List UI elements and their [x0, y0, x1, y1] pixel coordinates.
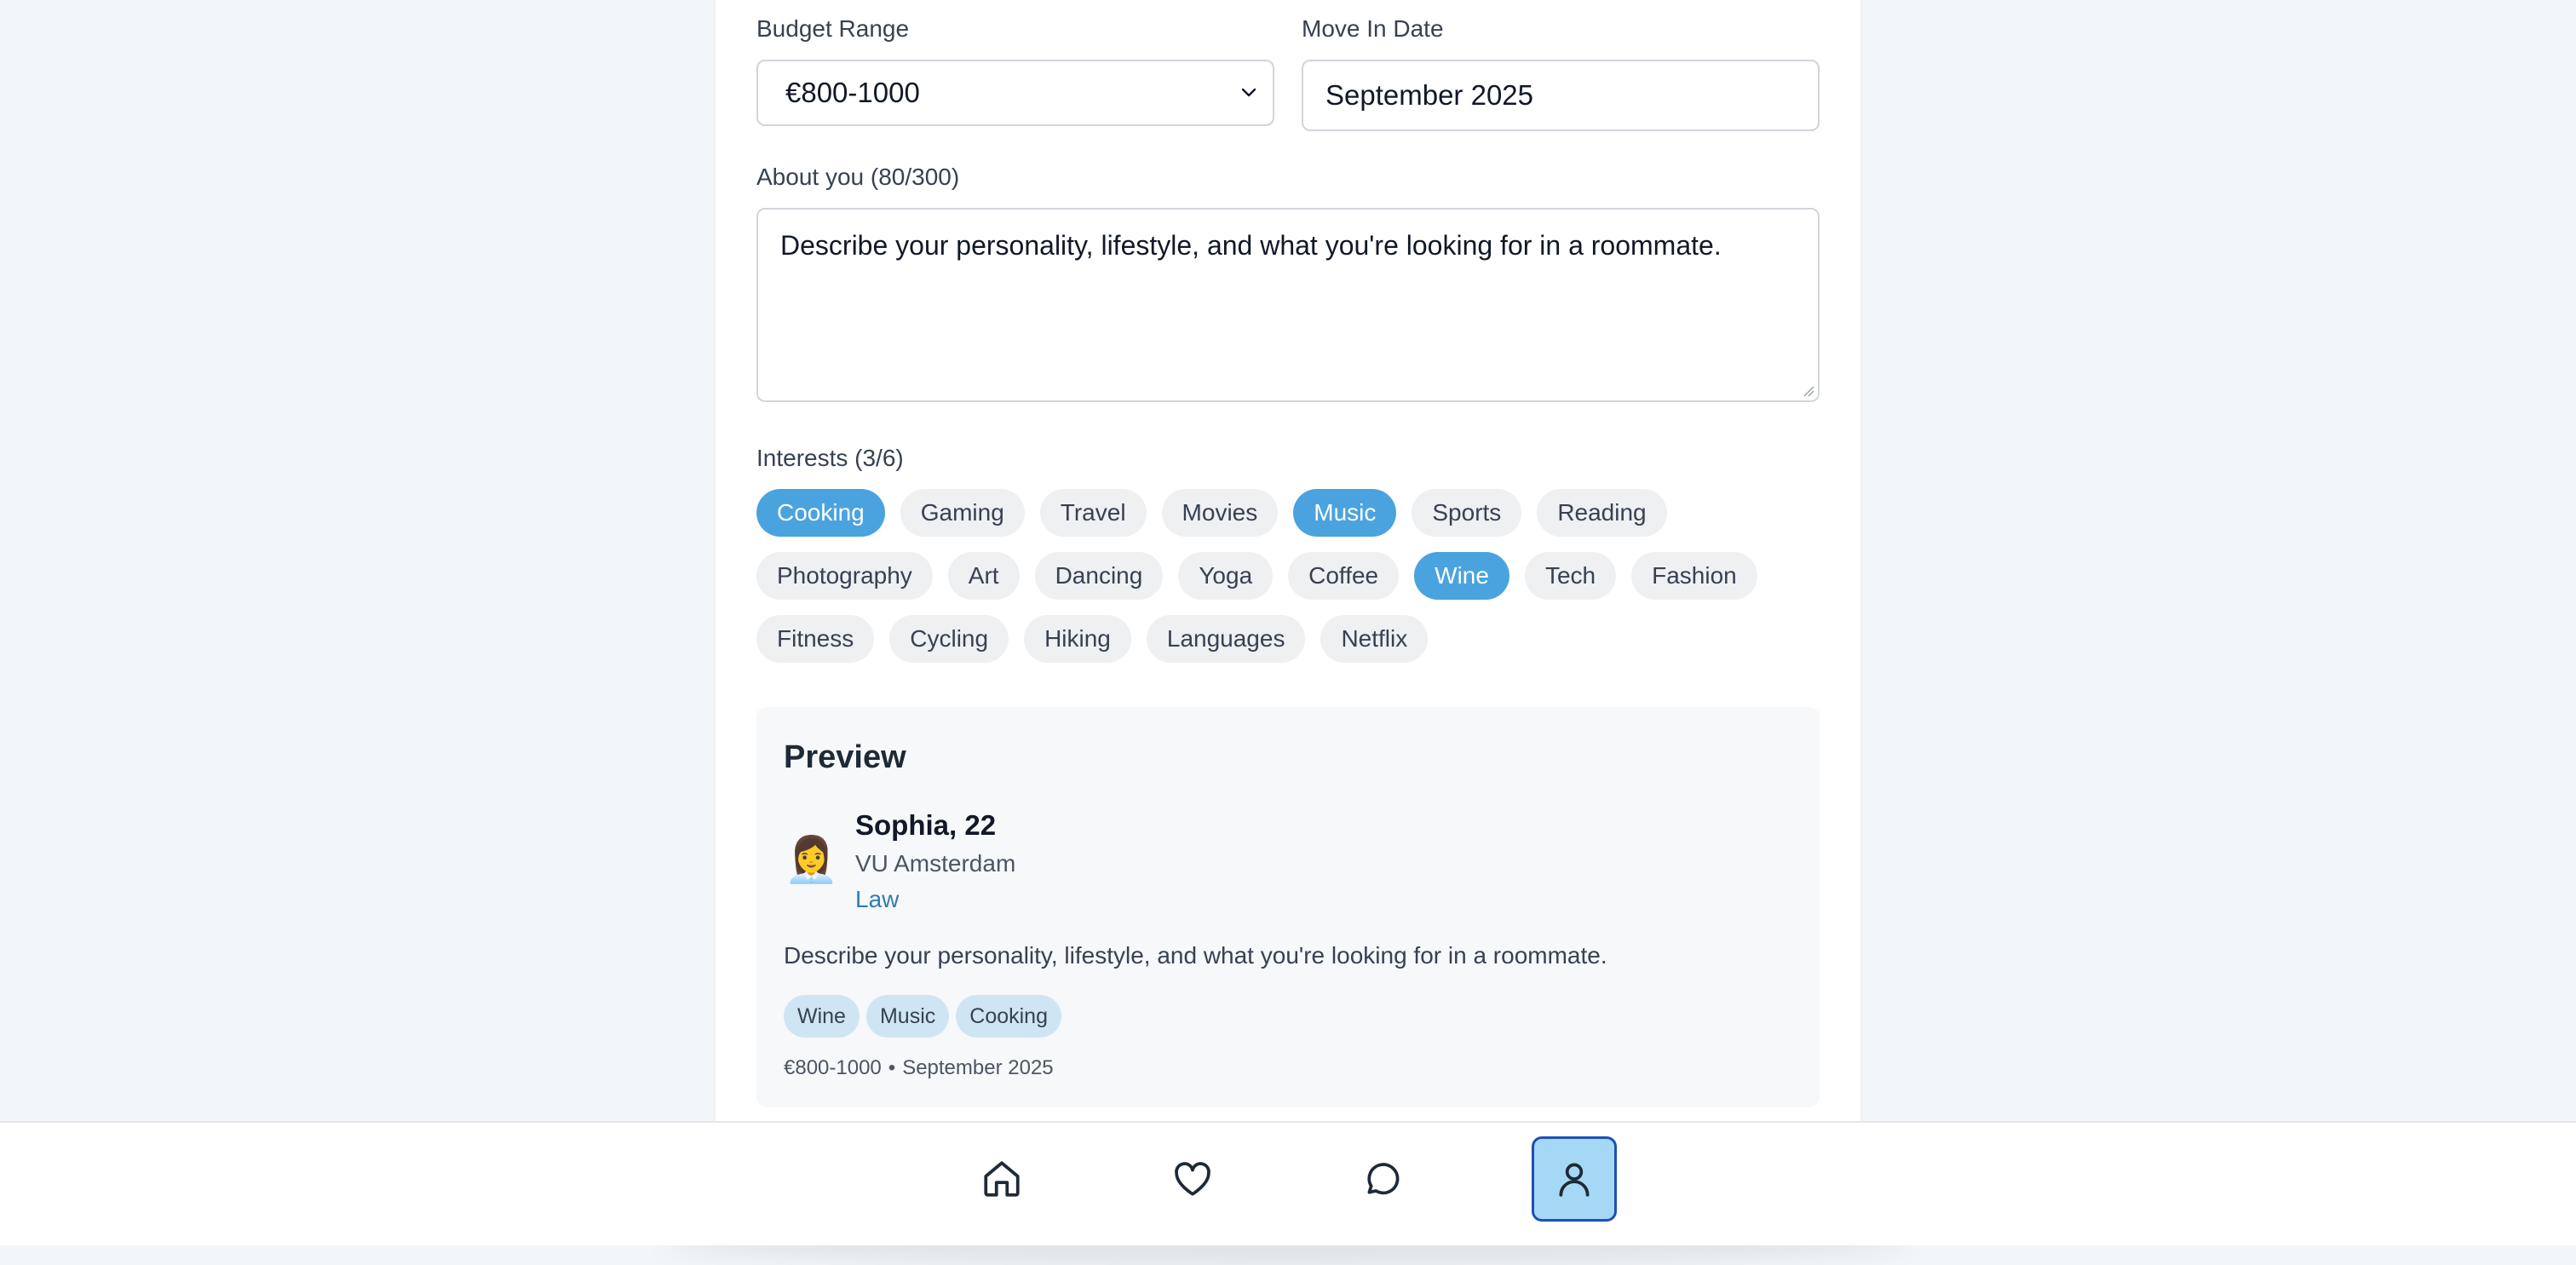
interest-chip-reading[interactable]: Reading — [1537, 489, 1667, 537]
interests-chips: Cooking Gaming Travel Movies Music Sports Read… — [756, 489, 1830, 678]
interest-chip-travel[interactable]: Travel — [1039, 489, 1147, 537]
chevron-down-icon — [1241, 88, 1256, 97]
preview-separator: • — [888, 1056, 896, 1079]
interest-chip-coffee[interactable]: Coffee — [1288, 552, 1400, 600]
preview-university: VU Amsterdam — [855, 850, 1016, 877]
interest-chip-dancing[interactable]: Dancing — [1034, 552, 1164, 600]
home-icon — [984, 1161, 1020, 1197]
preview-tags: Wine Music Cooking — [784, 995, 1061, 1038]
about-text: Describe your personality, lifestyle, an… — [780, 230, 1722, 261]
preview-about: Describe your personality, lifestyle, an… — [784, 942, 1607, 969]
interest-chip-cooking[interactable]: Cooking — [756, 489, 885, 537]
preview-field: Law — [855, 886, 900, 912]
interests-label: Interests (3/6) — [756, 445, 904, 471]
preview-title: Preview — [784, 739, 906, 775]
budget-select[interactable]: €800-1000 — [756, 60, 1274, 126]
interest-chip-hiking[interactable]: Hiking — [1024, 615, 1131, 663]
interest-chip-netflix[interactable]: Netflix — [1320, 615, 1429, 663]
interests-row: Fitness Cycling Hiking Languages Netflix — [756, 615, 1830, 663]
interest-chip-movies[interactable]: Movies — [1161, 489, 1279, 537]
budget-value: €800-1000 — [785, 77, 920, 108]
interests-row: Photography Art Dancing Yoga Coffee Wine Tech F… — [756, 552, 1830, 600]
chat-icon — [1367, 1163, 1400, 1195]
preview-budget: €800-1000 — [784, 1056, 882, 1079]
budget-label: Budget Range — [756, 15, 910, 42]
interest-chip-music[interactable]: Music — [1293, 489, 1397, 537]
preview-move-in: September 2025 — [902, 1056, 1054, 1079]
preview-tag: Music — [865, 995, 950, 1038]
move-in-value: September 2025 — [1325, 79, 1534, 111]
interest-chip-sports[interactable]: Sports — [1412, 489, 1522, 537]
interest-chip-wine[interactable]: Wine — [1414, 552, 1509, 600]
preview-card: Preview 👩‍💼 Sophia, 22 VU Amsterdam Law … — [756, 707, 1820, 1107]
user-icon — [1559, 1163, 1590, 1197]
interest-chip-gaming[interactable]: Gaming — [900, 489, 1025, 537]
interest-chip-cycling[interactable]: Cycling — [889, 615, 1009, 663]
nav-home-button[interactable] — [959, 1136, 1044, 1222]
preview-tag: Wine — [784, 995, 860, 1038]
move-in-label: Move In Date — [1302, 15, 1444, 42]
interest-chip-tech[interactable]: Tech — [1524, 552, 1617, 600]
bottom-nav — [0, 1121, 2576, 1245]
preview-tag: Cooking — [956, 995, 1061, 1038]
interest-chip-languages[interactable]: Languages — [1146, 615, 1306, 663]
nav-messages-button[interactable] — [1340, 1136, 1425, 1222]
interest-chip-photography[interactable]: Photography — [756, 552, 933, 600]
interests-row: Cooking Gaming Travel Movies Music Sports Read… — [756, 489, 1830, 537]
heart-icon — [1175, 1162, 1210, 1196]
nav-profile-button[interactable] — [1532, 1136, 1617, 1222]
avatar: 👩‍💼 — [784, 836, 839, 885]
nav-favorites-button[interactable] — [1150, 1136, 1235, 1222]
preview-meta: €800-1000 • September 2025 — [784, 1056, 1054, 1080]
about-textarea[interactable]: Describe your personality, lifestyle, an… — [756, 208, 1820, 402]
interest-chip-art[interactable]: Art — [947, 552, 1020, 600]
interest-chip-yoga[interactable]: Yoga — [1178, 552, 1274, 600]
resize-grip-icon[interactable] — [1801, 383, 1814, 397]
move-in-input[interactable]: September 2025 — [1302, 60, 1820, 131]
about-label: About you (80/300) — [756, 164, 960, 190]
interest-chip-fitness[interactable]: Fitness — [756, 615, 875, 663]
preview-name: Sophia, 22 — [855, 809, 997, 841]
interest-chip-fashion[interactable]: Fashion — [1631, 552, 1757, 600]
